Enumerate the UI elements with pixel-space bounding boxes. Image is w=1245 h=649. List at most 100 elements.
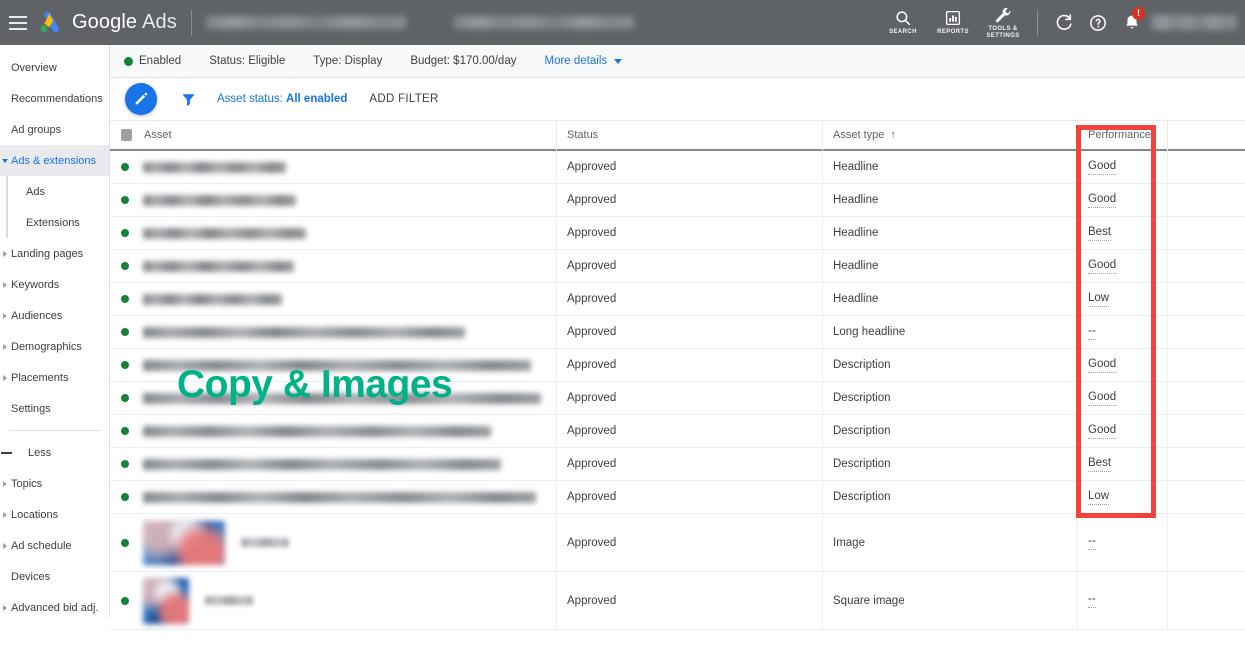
column-header-status[interactable]: Status [556,120,822,151]
cell-asset-type: Description [822,382,1077,414]
cell-asset-type: Description [822,481,1077,513]
cell-performance[interactable]: Low [1077,283,1167,315]
cell-asset[interactable] [110,250,556,282]
cell-asset[interactable] [110,316,556,348]
notifications-button[interactable]: ! [1115,0,1149,45]
edit-fab-button[interactable] [125,83,157,115]
select-all-checkbox[interactable] [121,129,132,141]
sidebar-item-topics[interactable]: Topics [0,468,109,499]
sidebar-item-label: Placements [11,372,68,384]
table-row[interactable]: Approved Headline Low [110,283,1245,316]
asset-text-redacted [143,162,286,173]
account-name-redacted [206,16,406,29]
sidebar-item-settings[interactable]: Settings [0,393,109,424]
sidebar-item-placements[interactable]: Placements [0,362,109,393]
cell-performance[interactable]: -- [1077,572,1167,629]
cell-performance[interactable]: -- [1077,316,1167,348]
cell-extra [1167,184,1245,216]
cell-performance[interactable]: Good [1077,151,1167,183]
sidebar-item-keywords[interactable]: Keywords [0,269,109,300]
add-filter-button[interactable]: ADD FILTER [369,93,438,105]
more-details-button[interactable]: More details [544,55,622,67]
column-label-performance: Performance [1088,129,1151,141]
cell-asset[interactable] [110,382,556,414]
sidebar-item-ad-schedule[interactable]: Ad schedule [0,530,109,561]
table-row[interactable]: Approved Long headline -- [110,316,1245,349]
cell-asset[interactable] [110,151,556,183]
table-row[interactable]: Approved Description Good [110,382,1245,415]
status-dot-icon [124,57,133,66]
campaign-status-bar: Enabled Status: Eligible Type: Display B… [110,45,1245,78]
cell-status: Approved [556,572,822,629]
asset-caption-redacted [205,596,253,605]
sidebar-item-extensions[interactable]: Extensions [8,207,109,238]
sidebar-item-ad-groups[interactable]: Ad groups [0,114,109,145]
cell-asset[interactable] [110,514,556,571]
sidebar-item-landing-pages[interactable]: Landing pages [0,238,109,269]
hamburger-menu-icon[interactable] [9,16,27,30]
sidebar-item-audiences[interactable]: Audiences [0,300,109,331]
column-header-extra [1167,120,1245,151]
sidebar-item-devices[interactable]: Devices [0,561,109,592]
row-status-dot-icon [121,361,129,369]
cell-performance[interactable]: Good [1077,250,1167,282]
cell-asset[interactable] [110,217,556,249]
table-row[interactable]: Approved Description Best [110,448,1245,481]
row-status-dot-icon [121,493,129,501]
help-button[interactable] [1081,0,1115,45]
cell-asset[interactable] [110,283,556,315]
table-row[interactable]: Approved Image -- [110,514,1245,572]
sidebar-item-recommendations[interactable]: Recommendations [0,83,109,114]
table-row[interactable]: Approved Headline Good [110,151,1245,184]
search-button[interactable]: SEARCH [878,0,928,45]
cell-asset[interactable] [110,481,556,513]
cell-performance[interactable]: Best [1077,448,1167,480]
column-header-performance[interactable]: Performance [1077,120,1167,151]
cell-performance[interactable]: Good [1077,184,1167,216]
table-header-row: Asset Status Asset type ↑ Performance [110,120,1245,151]
account-avatar-redacted[interactable] [1151,15,1237,30]
table-row[interactable]: Approved Headline Good [110,184,1245,217]
table-row[interactable]: Approved Description Low [110,481,1245,514]
table-row[interactable]: Approved Headline Best [110,217,1245,250]
cell-asset[interactable] [110,349,556,381]
table-row[interactable]: Approved Description Good [110,349,1245,382]
cell-performance[interactable]: Good [1077,415,1167,447]
sidebar-item-demographics[interactable]: Demographics [0,331,109,362]
sidebar-item-ads[interactable]: Ads [8,176,109,207]
sidebar-item-advanced-bid-adj[interactable]: Advanced bid adj. [0,592,109,617]
cell-performance[interactable]: Best [1077,217,1167,249]
table-row[interactable]: Approved Headline Good [110,250,1245,283]
cell-performance[interactable]: -- [1077,514,1167,571]
cell-status: Approved [556,316,822,348]
column-header-asset-type[interactable]: Asset type ↑ [822,120,1077,151]
cell-asset[interactable] [110,448,556,480]
cell-performance[interactable]: Low [1077,481,1167,513]
notification-badge: ! [1132,7,1145,20]
reports-button[interactable]: REPORTS [928,0,978,45]
table-row[interactable]: Approved Description Good [110,415,1245,448]
sidebar-item-overview[interactable]: Overview [0,52,109,83]
cell-asset[interactable] [110,572,556,629]
sidebar-item-ads-extensions[interactable]: Ads & extensions [0,145,109,176]
refresh-button[interactable] [1047,0,1081,45]
asset-status-filter-chip[interactable]: Asset status: All enabled [217,93,347,105]
more-details-label: More details [544,55,607,67]
cell-asset[interactable] [110,415,556,447]
table-row[interactable]: Approved Square image -- [110,572,1245,630]
cell-status: Approved [556,481,822,513]
filter-button[interactable] [180,91,197,108]
cell-asset[interactable] [110,184,556,216]
row-status-dot-icon [121,394,129,402]
top-app-bar: Google Ads SEARCH REPORTS T [0,0,1245,45]
sidebar-item-locations[interactable]: Locations [0,499,109,530]
column-header-asset[interactable]: Asset [110,120,556,151]
cell-asset-type: Headline [822,217,1077,249]
cell-performance[interactable]: Good [1077,382,1167,414]
sidebar-less-toggle[interactable]: Less [0,437,109,468]
cell-extra [1167,217,1245,249]
cell-performance[interactable]: Good [1077,349,1167,381]
tools-settings-button[interactable]: TOOLS & SETTINGS [978,0,1028,45]
cell-status: Approved [556,349,822,381]
cell-asset-type: Description [822,349,1077,381]
